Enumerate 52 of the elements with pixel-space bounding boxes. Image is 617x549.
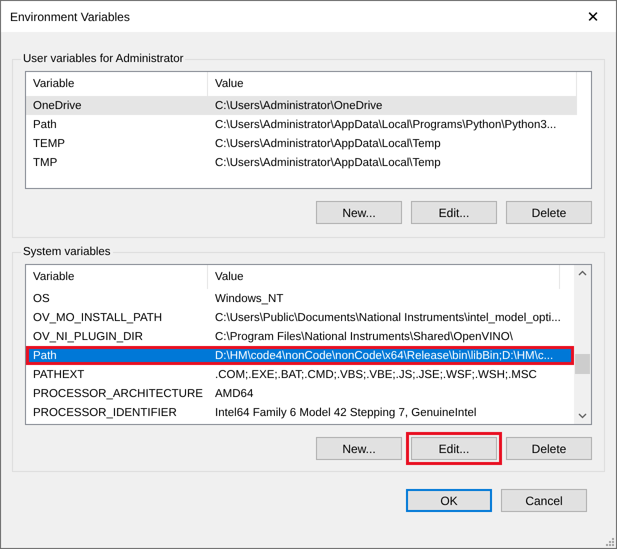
- variable-row[interactable]: TEMP C:\Users\Administrator\AppData\Local\Temp: [26, 134, 577, 153]
- resize-grip-icon[interactable]: [604, 536, 614, 546]
- dialog-button[interactable]: New...: [316, 437, 402, 460]
- variable-value: Intel64 Family 6 Model 42 Stepping 7, GenuineIntel: [214, 406, 478, 418]
- variable-name: OneDrive: [32, 100, 83, 112]
- variable-name: Path: [32, 350, 58, 362]
- variable-name: TMP: [32, 156, 58, 168]
- variable-value: AMD64: [214, 388, 254, 400]
- variable-name: OV_NI_PLUGIN_DIR: [32, 330, 144, 342]
- window-title: Environment Variables: [10, 10, 130, 24]
- variable-row[interactable]: OS Windows_NT: [26, 289, 574, 308]
- dialog-button[interactable]: Cancel: [501, 489, 587, 512]
- dialog-button[interactable]: OK: [406, 489, 492, 512]
- variable-name: PATHEXT: [32, 368, 86, 380]
- variable-row[interactable]: PROCESSOR_IDENTIFIER Intel64 Family 6 Model 42 Stepping 7, GenuineIntel: [26, 403, 574, 422]
- column-header[interactable]: Value: [208, 265, 560, 289]
- variable-value: D:\HM\code4\nonCode\nonCode\x64\Release\bin\libBin;D:\HM\c...: [214, 350, 554, 362]
- variable-value: Windows_NT: [214, 292, 284, 304]
- dialog-button[interactable]: Edit...: [406, 432, 502, 465]
- dialog-button[interactable]: Edit...: [411, 201, 497, 224]
- dialog-button[interactable]: Delete: [506, 437, 592, 460]
- variable-row[interactable]: Path C:\Users\Administrator\AppData\Local\Programs\Python\Python3...: [26, 115, 577, 134]
- variables-list[interactable]: [25, 71, 592, 189]
- variable-value: .COM;.EXE;.BAT;.CMD;.VBS;.VBE;.JS;.JSE;.WSF;.WSH;.MSC: [214, 368, 538, 380]
- scrollbar[interactable]: [574, 265, 591, 424]
- variable-row[interactable]: TMP C:\Users\Administrator\AppData\Local\Temp: [26, 153, 577, 172]
- variable-row[interactable]: OV_NI_PLUGIN_DIR C:\Program Files\National Instruments\Shared\OpenVINO\: [26, 327, 574, 346]
- variable-name: Path: [32, 118, 58, 130]
- variable-row[interactable]: Path D:\HM\code4\nonCode\nonCode\x64\Release\bin\libBin;D:\HM\c...: [26, 346, 574, 365]
- variable-value: C:\Users\Public\Documents\National Instruments\intel_model_opti...: [214, 312, 562, 324]
- column-header[interactable]: Variable: [26, 265, 208, 289]
- variable-name: PROCESSOR_IDENTIFIER: [32, 406, 178, 418]
- variable-name: PROCESSOR_ARCHITECTURE: [32, 388, 204, 400]
- group-title: System variables: [22, 246, 112, 258]
- scroll-thumb[interactable]: [575, 354, 590, 374]
- variable-row[interactable]: OneDrive C:\Users\Administrator\OneDrive: [26, 96, 577, 115]
- dialog-button[interactable]: New...: [316, 201, 402, 224]
- dialog-button[interactable]: Delete: [506, 201, 592, 224]
- variable-name: OV_MO_INSTALL_PATH: [32, 312, 164, 324]
- variable-value: C:\Users\Administrator\AppData\Local\Temp: [214, 156, 442, 168]
- close-button[interactable]: ✕: [570, 1, 616, 32]
- variable-value: C:\Users\Administrator\AppData\Local\Programs\Python\Python3...: [214, 118, 558, 130]
- variable-value: C:\Users\Administrator\AppData\Local\Temp: [214, 138, 442, 150]
- variable-name: OS: [32, 292, 51, 304]
- variable-value: C:\Users\Administrator\OneDrive: [214, 100, 384, 112]
- variable-row[interactable]: PATHEXT .COM;.EXE;.BAT;.CMD;.VBS;.VBE;.JS;.JSE;.WSF;.WSH;.MSC: [26, 365, 574, 384]
- variable-value: C:\Program Files\National Instruments\Shared\OpenVINO\: [214, 330, 514, 342]
- variable-row[interactable]: PROCESSOR_ARCHITECTURE AMD64: [26, 384, 574, 403]
- variable-row[interactable]: OV_MO_INSTALL_PATH C:\Users\Public\Documents\National Instruments\intel_model_opti...: [26, 308, 574, 327]
- group-title: User variables for Administrator: [22, 53, 184, 65]
- variables-list[interactable]: [25, 264, 592, 425]
- variable-name: TEMP: [32, 138, 66, 150]
